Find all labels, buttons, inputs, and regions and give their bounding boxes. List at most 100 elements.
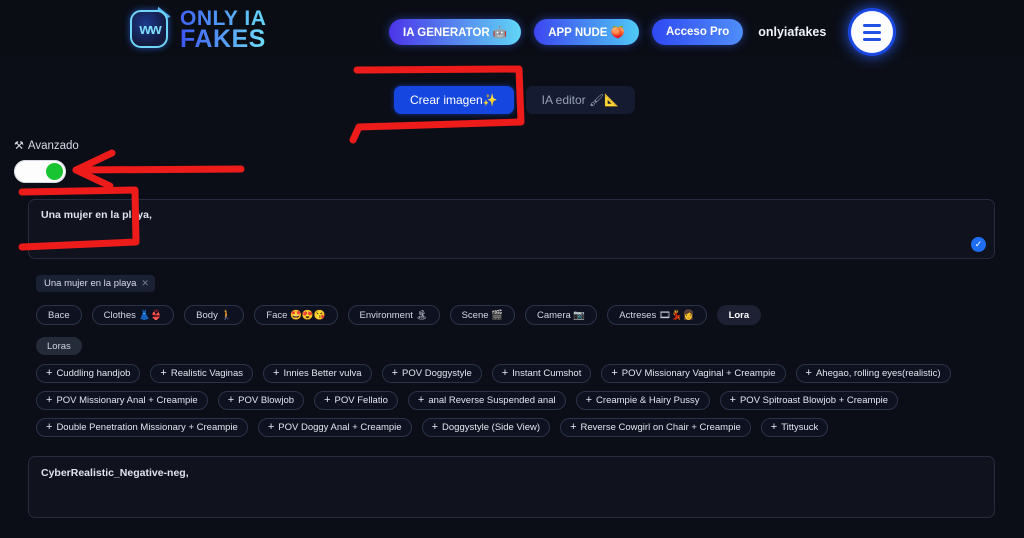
plus-icon: + bbox=[431, 421, 439, 433]
brand-logo[interactable]: ww ONLY IA FAKES bbox=[128, 6, 266, 52]
lora-tag-button[interactable]: + Ahegao, rolling eyes(realistic) bbox=[795, 364, 951, 383]
plus-icon: + bbox=[227, 394, 235, 406]
lora-tag-row: + Double Penetration Missionary + Creampi… bbox=[36, 418, 996, 437]
plus-icon: + bbox=[391, 367, 399, 379]
lora-tag-button[interactable]: + Creampie & Hairy Pussy bbox=[575, 391, 710, 410]
nav-acceso-pro-button[interactable]: Acceso Pro bbox=[651, 19, 744, 45]
check-circle-icon[interactable]: ✓ bbox=[971, 237, 986, 252]
lora-tag-button[interactable]: + anal Reverse Suspended anal bbox=[407, 391, 566, 410]
top-header: ww ONLY IA FAKES IA GENERATOR 🤖 APP NUDE… bbox=[0, 0, 1024, 58]
prompt-chip[interactable]: Una mujer en la playa ✕ bbox=[36, 275, 155, 292]
lora-tag-label: Cuddling handjob bbox=[56, 368, 131, 379]
lora-tag-label: POV Blowjob bbox=[238, 395, 295, 406]
brand-line-2: FAKES bbox=[180, 25, 266, 54]
nav-app-nude-button[interactable]: APP NUDE 🍑 bbox=[534, 19, 639, 45]
category-pill-label: Lora bbox=[728, 309, 750, 321]
lora-tag-label: Doggystyle (Side View) bbox=[442, 422, 541, 433]
category-pill-label: Body 🚶 bbox=[196, 309, 233, 321]
category-pill[interactable]: Bace bbox=[36, 305, 82, 325]
plus-icon: + bbox=[417, 394, 425, 406]
category-pill[interactable]: Body 🚶 bbox=[184, 305, 245, 325]
plus-icon: + bbox=[770, 421, 778, 433]
prompt-textarea[interactable]: Una mujer en la playa, ✓ bbox=[28, 199, 995, 259]
lora-tag-button[interactable]: + POV Blowjob bbox=[217, 391, 305, 410]
lora-tag-label: Instant Cumshot bbox=[512, 368, 582, 379]
plus-icon: + bbox=[611, 367, 618, 379]
hamburger-line bbox=[863, 23, 882, 27]
lora-tag-label: POV Missionary Anal + Creampie bbox=[56, 395, 198, 406]
lora-tag-label: Double Penetration Missionary + Creampie bbox=[56, 422, 238, 433]
lora-tag-button[interactable]: + Realistic Vaginas bbox=[150, 364, 253, 383]
category-pill-label: Face 🤩😍😘 bbox=[266, 309, 326, 321]
plus-icon: + bbox=[585, 394, 593, 406]
plus-icon: + bbox=[160, 367, 167, 379]
annotation-arrow-toggle bbox=[72, 165, 245, 174]
advanced-label: Avanzado bbox=[27, 139, 79, 152]
owl-logo-icon: ww bbox=[128, 6, 174, 52]
advanced-label-row: ⚒ Avanzado bbox=[14, 139, 79, 153]
tools-icon: ⚒ bbox=[14, 140, 24, 152]
lora-tag-label: POV Doggystyle bbox=[402, 368, 472, 379]
close-icon[interactable]: ✕ bbox=[141, 278, 149, 289]
lora-tag-button[interactable]: + POV Doggystyle bbox=[381, 364, 482, 383]
plus-icon: + bbox=[46, 367, 53, 379]
plus-icon: + bbox=[267, 421, 275, 433]
lora-tag-row: + Cuddling handjob + Realistic Vaginas + Inni… bbox=[36, 364, 996, 383]
category-pill[interactable]: Face 🤩😍😘 bbox=[254, 305, 338, 325]
lora-tag-button[interactable]: + Doggystyle (Side View) bbox=[421, 418, 551, 437]
advanced-section: ⚒ Avanzado bbox=[14, 139, 79, 183]
tab-ia-editor[interactable]: IA editor 🖌📐 bbox=[525, 86, 636, 114]
lora-tag-label: Tittysuck bbox=[781, 422, 819, 433]
category-pill[interactable]: Clothes 👗👙 bbox=[91, 305, 175, 325]
hamburger-menu-icon[interactable] bbox=[851, 11, 894, 53]
plus-icon: + bbox=[501, 367, 509, 379]
lora-tag-row: + POV Missionary Anal + Creampie + POV Blow… bbox=[36, 391, 996, 410]
username-label[interactable]: onlyiafakes bbox=[758, 25, 826, 39]
nav-ia-generator-button[interactable]: IA GENERATOR 🤖 bbox=[389, 19, 522, 45]
lora-tag-button[interactable]: + Cuddling handjob bbox=[36, 364, 141, 383]
category-pill[interactable]: Lora bbox=[716, 305, 762, 325]
lora-tag-button[interactable]: + Tittysuck bbox=[760, 418, 829, 437]
category-pill-label: Bace bbox=[48, 309, 70, 321]
category-pill[interactable]: Actreses 🎞💃👩 bbox=[607, 305, 707, 325]
lora-tag-button[interactable]: + POV Missionary Vaginal + Creampie bbox=[601, 364, 786, 383]
lora-tag-button[interactable]: + Instant Cumshot bbox=[491, 364, 592, 383]
hamburger-line bbox=[863, 30, 882, 34]
plus-icon: + bbox=[729, 394, 736, 406]
lora-tag-button[interactable]: + Double Penetration Missionary + Creampi… bbox=[36, 418, 248, 437]
lora-tag-label: POV Spitroast Blowjob + Creampie bbox=[739, 395, 889, 406]
plus-icon: + bbox=[324, 394, 331, 406]
lora-tag-button[interactable]: + POV Fellatio bbox=[314, 391, 398, 410]
lora-tag-button[interactable]: + Reverse Cowgirl on Chair + Creampie bbox=[560, 418, 751, 437]
hamburger-line bbox=[863, 37, 882, 41]
tab-crear-imagen[interactable]: Crear imagen✨ bbox=[394, 86, 514, 114]
lora-tag-button[interactable]: + Innies Better vulva bbox=[263, 364, 372, 383]
subcategory-pill[interactable]: Loras bbox=[36, 337, 82, 355]
category-pill[interactable]: Scene 🎬 bbox=[449, 305, 515, 325]
lora-tag-button[interactable]: + POV Missionary Anal + Creampie bbox=[36, 391, 208, 410]
advanced-toggle[interactable] bbox=[14, 160, 66, 183]
lora-tag-list: + Cuddling handjob + Realistic Vaginas + Inni… bbox=[36, 364, 996, 445]
category-pill-label: Environment 🏝 bbox=[359, 309, 428, 321]
lora-tag-button[interactable]: + POV Doggy Anal + Creampie bbox=[257, 418, 412, 437]
lora-tag-label: anal Reverse Suspended anal bbox=[428, 395, 556, 406]
lora-tag-button[interactable]: + POV Spitroast Blowjob + Creampie bbox=[719, 391, 899, 410]
lora-tag-label: POV Doggy Anal + Creampie bbox=[278, 422, 402, 433]
category-pill-label: Actreses 🎞💃👩 bbox=[619, 309, 695, 321]
lora-tag-label: POV Fellatio bbox=[334, 395, 388, 406]
lora-tag-label: Innies Better vulva bbox=[283, 368, 362, 379]
negative-prompt-textarea[interactable]: CyberRealistic_Negative-neg, bbox=[28, 456, 995, 518]
lora-tag-label: Reverse Cowgirl on Chair + Creampie bbox=[580, 422, 741, 433]
negative-prompt-value: CyberRealistic_Negative-neg, bbox=[41, 467, 189, 479]
annotation-arrow-head-toggle bbox=[72, 149, 116, 190]
category-pill[interactable]: Camera 📷 bbox=[524, 305, 598, 325]
category-pill[interactable]: Environment 🏝 bbox=[347, 305, 440, 325]
subcategory-pill-label: Loras bbox=[47, 340, 71, 352]
page-root: ww ONLY IA FAKES IA GENERATOR 🤖 APP NUDE… bbox=[0, 0, 1024, 538]
plus-icon: + bbox=[46, 394, 53, 406]
header-nav: IA GENERATOR 🤖 APP NUDE 🍑 Acceso Pro onl… bbox=[389, 11, 894, 53]
logo-eyes-glyph: ww bbox=[139, 21, 161, 38]
toggle-knob bbox=[46, 163, 63, 180]
category-pill-label: Clothes 👗👙 bbox=[103, 309, 163, 321]
plus-icon: + bbox=[805, 367, 812, 379]
